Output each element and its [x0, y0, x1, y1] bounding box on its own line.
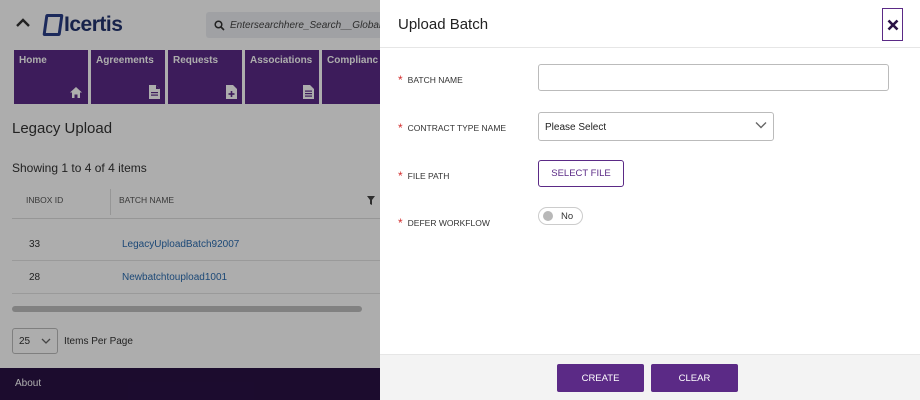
- upload-batch-dialog: Upload Batch * BATCH NAME * CONTRACT TYPE …: [380, 0, 920, 400]
- batch-name-input[interactable]: [538, 64, 889, 91]
- defer-workflow-toggle[interactable]: No: [538, 207, 583, 225]
- file-path-field: * FILE PATH SELECT FILE: [398, 160, 898, 190]
- required-mark: *: [398, 121, 403, 135]
- create-button[interactable]: CREATE: [557, 364, 644, 392]
- close-button[interactable]: [882, 8, 903, 41]
- contract-type-selected: Please Select: [545, 122, 607, 133]
- batch-name-field: * BATCH NAME: [398, 64, 898, 94]
- dialog-header: Upload Batch: [380, 0, 920, 48]
- batch-name-label: * BATCH NAME: [398, 73, 463, 87]
- contract-type-field: * CONTRACT TYPE NAME Please Select: [398, 112, 898, 142]
- toggle-knob: [543, 211, 553, 221]
- chevron-down-icon: [755, 122, 767, 129]
- clear-button[interactable]: CLEAR: [651, 364, 738, 392]
- required-mark: *: [398, 169, 403, 183]
- dialog-title: Upload Batch: [398, 16, 489, 33]
- contract-type-select[interactable]: Please Select: [538, 112, 774, 141]
- required-mark: *: [398, 216, 403, 230]
- file-path-label: * FILE PATH: [398, 169, 450, 183]
- contract-type-label: * CONTRACT TYPE NAME: [398, 121, 507, 135]
- modal-backdrop[interactable]: [0, 0, 380, 400]
- required-mark: *: [398, 73, 403, 87]
- select-file-button[interactable]: SELECT FILE: [538, 160, 624, 187]
- toggle-value: No: [561, 211, 574, 222]
- defer-workflow-field: * DEFER WORKFLOW No: [398, 207, 898, 237]
- dialog-footer: CREATE CLEAR: [380, 354, 920, 400]
- defer-workflow-label: * DEFER WORKFLOW: [398, 216, 490, 230]
- close-icon: [887, 19, 898, 30]
